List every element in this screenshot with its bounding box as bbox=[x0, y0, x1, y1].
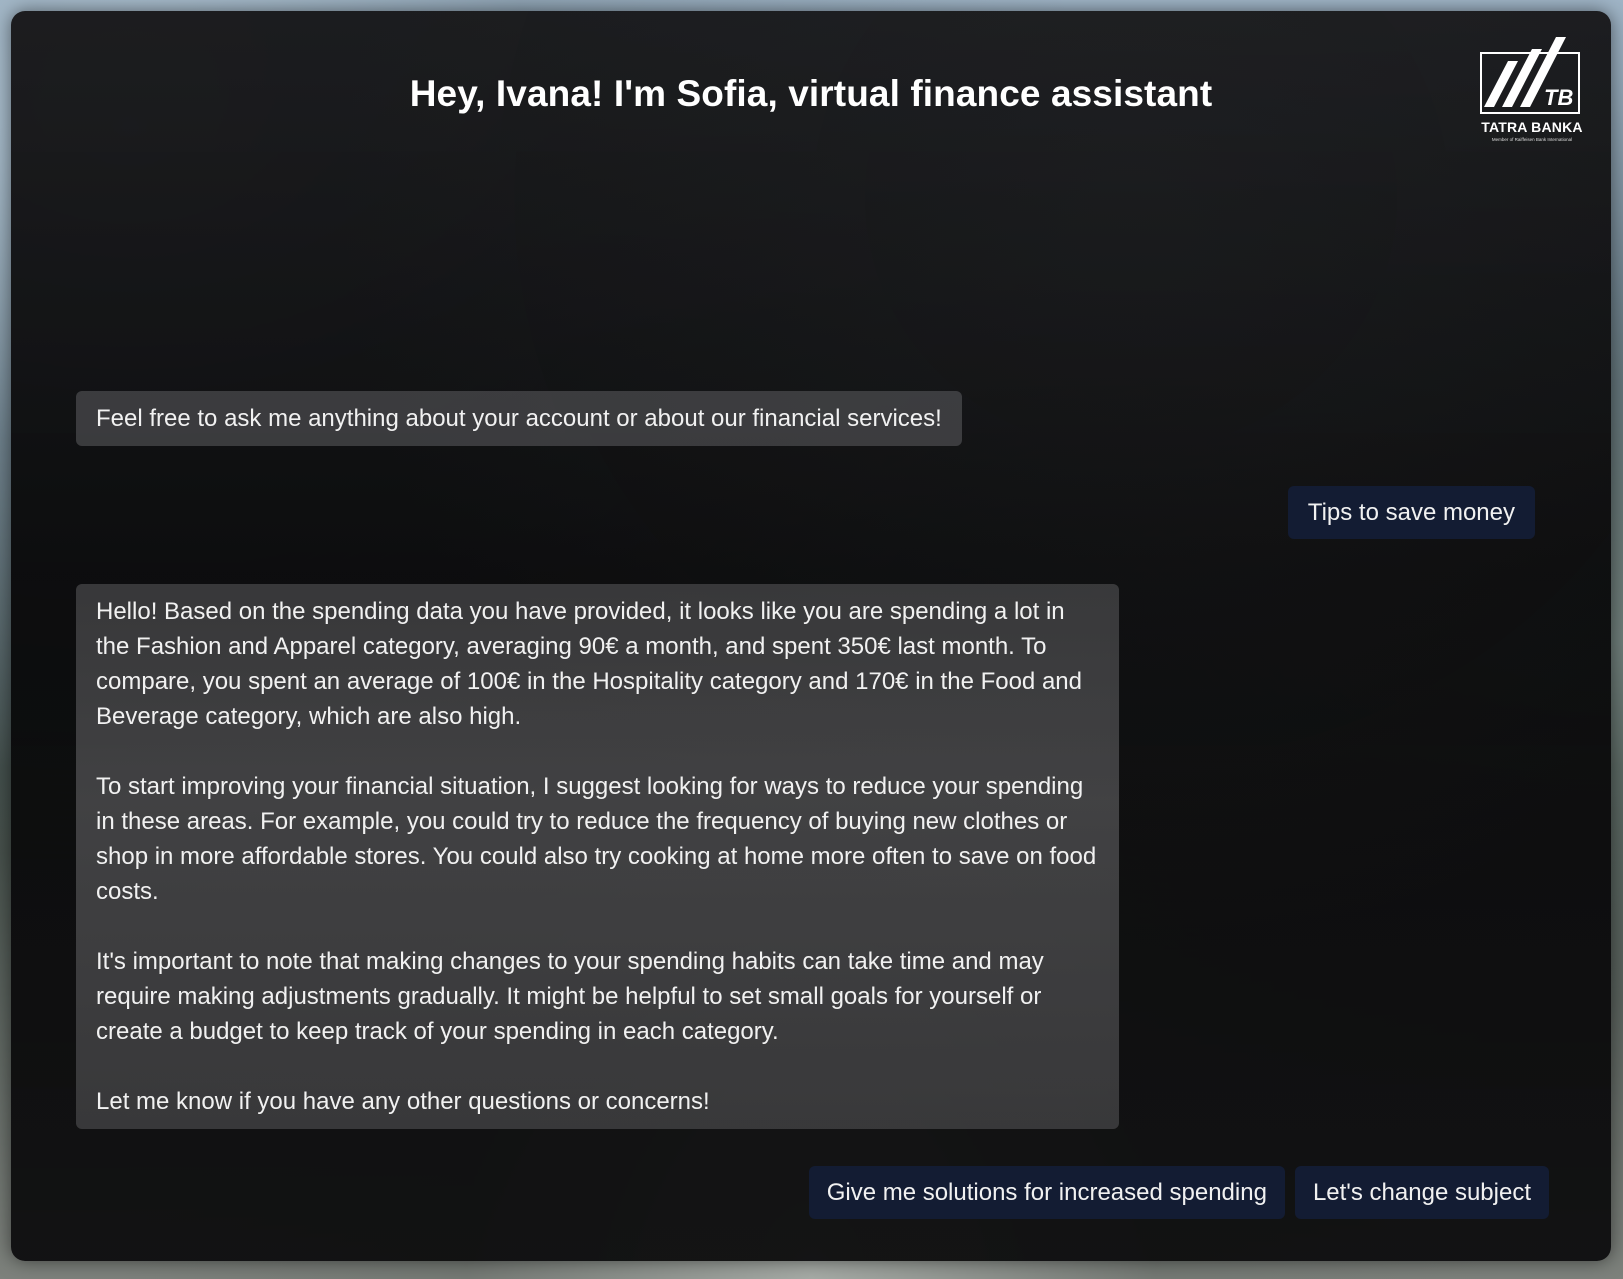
chat-panel: Hey, Ivana! I'm Sofia, virtual finance a… bbox=[11, 11, 1611, 1261]
message-paragraph: Let me know if you have any other questi… bbox=[96, 1088, 710, 1115]
assistant-message: Hello! Based on the spending data you ha… bbox=[76, 584, 1119, 1129]
user-message: Tips to save money bbox=[1287, 486, 1535, 539]
logo-name: TATRA BANKA bbox=[1481, 119, 1583, 135]
page-title: Hey, Ivana! I'm Sofia, virtual finance a… bbox=[409, 73, 1213, 114]
suggestion-buttons: Give me solutions for increased spending… bbox=[808, 1166, 1549, 1219]
message-paragraph: To start improving your financial situat… bbox=[96, 773, 1097, 905]
message-text: Feel free to ask me anything about your … bbox=[96, 405, 942, 432]
message-paragraph: Hello! Based on the spending data you ha… bbox=[96, 598, 1082, 730]
logo-subtitle: Member of Raiffeisen Bank International bbox=[1491, 137, 1573, 142]
message-text: Tips to save money bbox=[1307, 499, 1515, 526]
logo-monogram: TB bbox=[1544, 85, 1574, 110]
suggestion-increased-spending-button[interactable]: Give me solutions for increased spending bbox=[808, 1166, 1285, 1219]
suggestion-change-subject-button[interactable]: Let's change subject bbox=[1294, 1166, 1549, 1219]
message-paragraph: It's important to note that making chang… bbox=[96, 948, 1044, 1045]
bank-logo[interactable]: TB TATRA BANKA Member of Raiffeisen Bank… bbox=[1480, 35, 1584, 147]
assistant-message: Feel free to ask me anything about your … bbox=[76, 391, 962, 446]
